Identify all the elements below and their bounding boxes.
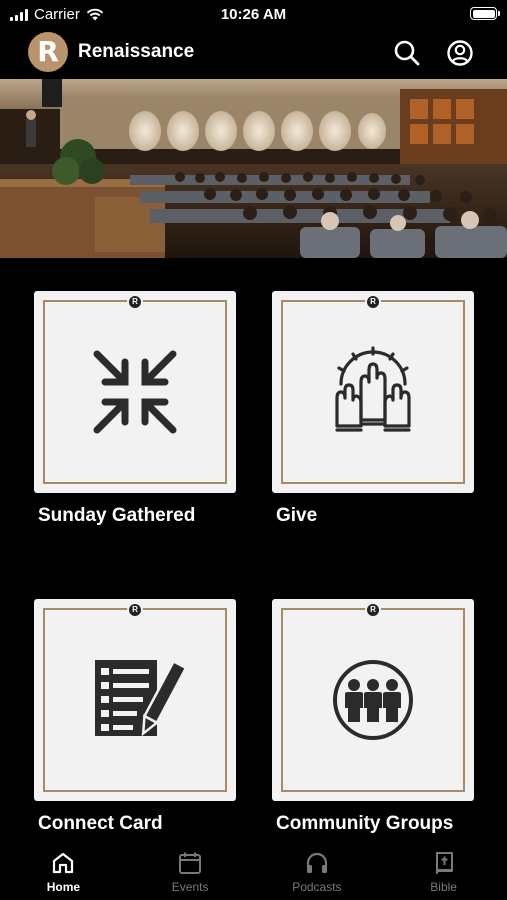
auditorium-photo <box>0 79 507 258</box>
tab-label: Podcasts <box>292 880 342 894</box>
tile-label: Connect Card <box>38 813 163 834</box>
search-icon <box>394 40 420 66</box>
headphones-icon <box>306 852 327 873</box>
tile-card[interactable]: R <box>272 291 474 493</box>
r-badge-icon: R <box>365 602 381 618</box>
tile-card[interactable]: R <box>34 291 236 493</box>
arrows-inward-icon <box>93 350 177 434</box>
tab-label: Home <box>46 880 81 894</box>
checklist-pencil-icon <box>95 659 185 737</box>
logo-letter: R <box>37 35 59 68</box>
tile-label: Give <box>276 505 318 526</box>
tab-label: Bible <box>430 880 457 894</box>
tab-home[interactable]: Home <box>0 840 127 900</box>
hero-image <box>0 79 507 258</box>
tile-sunday-gathered[interactable]: R Sunday Gathered <box>34 291 236 527</box>
r-badge-icon: R <box>127 294 143 310</box>
tile-card[interactable]: R <box>34 599 236 801</box>
tile-card[interactable]: R <box>272 599 474 801</box>
tab-podcasts[interactable]: Podcasts <box>254 840 381 900</box>
r-badge-icon: R <box>127 602 143 618</box>
clock: 10:26 AM <box>220 6 287 23</box>
people-group-icon <box>333 660 413 740</box>
tile-label: Sunday Gathered <box>38 505 196 526</box>
tile-give[interactable]: R Give <box>272 291 474 527</box>
tab-label: Events <box>171 880 209 894</box>
bible-icon <box>435 852 453 874</box>
status-bar: Carrier 10:26 AM <box>0 0 507 30</box>
tab-bible[interactable]: Bible <box>380 840 507 900</box>
tab-bar: Home Events Podcasts Bible <box>0 840 507 900</box>
profile-button[interactable] <box>445 38 475 68</box>
profile-icon <box>447 40 473 66</box>
tile-label: Community Groups <box>276 813 454 834</box>
tile-connect-card[interactable]: R Connect Card <box>34 599 236 835</box>
calendar-icon <box>179 852 202 874</box>
tile-community-groups[interactable]: R Community Groups <box>272 599 474 835</box>
app-logo[interactable]: R <box>28 32 68 72</box>
raised-hands-icon <box>335 346 411 432</box>
battery-icon <box>470 7 500 20</box>
app-header: R Renaissance <box>0 30 507 76</box>
r-badge-icon: R <box>365 294 381 310</box>
tab-events[interactable]: Events <box>127 840 254 900</box>
home-icon <box>53 852 74 874</box>
search-button[interactable] <box>392 38 422 68</box>
app-title: Renaissance <box>78 41 195 62</box>
